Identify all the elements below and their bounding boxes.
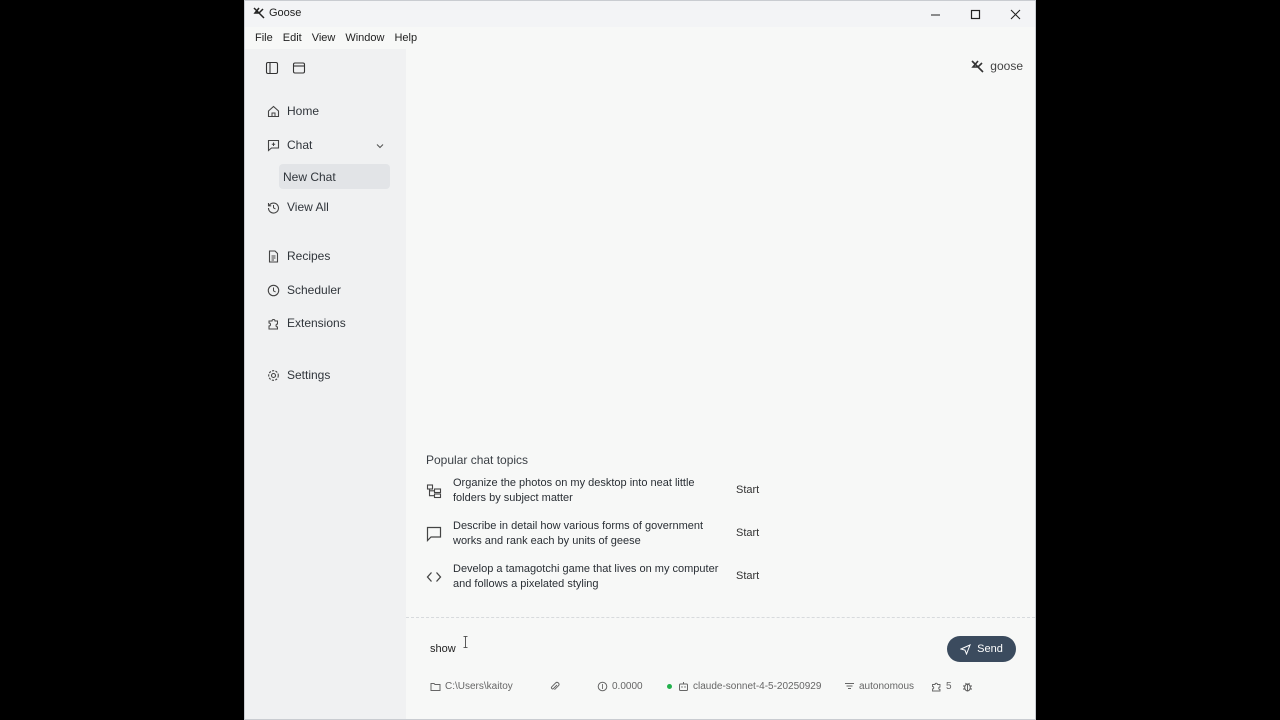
topic-start-button[interactable]: Start — [736, 527, 759, 539]
extensions-count: 5 — [946, 681, 952, 692]
window-title: Goose — [269, 7, 302, 19]
clock-icon — [267, 284, 280, 296]
brand-header: goose — [971, 59, 1023, 73]
topic-start-button[interactable]: Start — [736, 570, 759, 582]
coin-icon — [597, 681, 608, 692]
menu-view[interactable]: View — [307, 32, 341, 44]
send-button[interactable]: Send — [947, 636, 1016, 662]
message-plus-icon — [267, 139, 280, 152]
main-content: goose Popular chat topics Organize the p… — [406, 49, 1035, 719]
mode-label: autonomous — [859, 681, 915, 692]
puzzle-icon — [268, 318, 278, 329]
status-footer: C:\Users\kaitoy 0.0000 claude-sonnet-4-5… — [430, 681, 1020, 695]
new-window-icon[interactable] — [292, 61, 306, 75]
puzzle-icon — [932, 682, 941, 692]
input-divider — [406, 617, 1035, 618]
folder-icon — [430, 683, 441, 691]
topic-text: Organize the photos on my desktop into n… — [453, 477, 695, 504]
sidebar-toggle-icon[interactable] — [265, 61, 279, 75]
file-text-icon — [268, 249, 279, 263]
sidebar-item-label: View All — [287, 200, 329, 214]
menu-window[interactable]: Window — [340, 32, 389, 44]
menu-file[interactable]: File — [250, 32, 278, 44]
topic-item[interactable]: Organize the photos on my desktop into n… — [426, 476, 766, 508]
sidebar-item-label: Chat — [287, 138, 313, 152]
text-cursor-icon — [463, 636, 468, 648]
topic-text: Describe in detail how various forms of … — [453, 520, 704, 547]
minimize-icon — [930, 14, 940, 15]
menu-bar: File Edit View Window Help — [245, 27, 1035, 49]
path-label: C:\Users\kaitoy — [445, 681, 513, 692]
popular-topics-title: Popular chat topics — [426, 453, 529, 467]
sidebar-item-view-all[interactable]: View All — [267, 195, 329, 219]
model-selector[interactable]: claude-sonnet-4-5-20250929 — [667, 681, 821, 692]
close-button[interactable] — [995, 1, 1035, 27]
send-icon — [960, 643, 972, 655]
sidebar-item-scheduler[interactable]: Scheduler — [267, 278, 341, 302]
sidebar-item-home[interactable]: Home — [267, 99, 319, 123]
sidebar-item-label: Home — [287, 104, 320, 118]
goose-logo-icon — [253, 7, 265, 19]
send-label: Send — [977, 643, 1003, 655]
topic-item[interactable]: Develop a tamagotchi game that lives on … — [426, 562, 766, 594]
sidebar-item-chat[interactable]: Chat — [267, 133, 312, 157]
app-window: Goose File Edit View Window Help Home Ch… — [244, 0, 1036, 720]
cost-display: 0.0000 — [597, 681, 643, 692]
topic-start-button[interactable]: Start — [736, 484, 759, 496]
extensions-indicator[interactable]: 5 — [931, 681, 952, 692]
bot-icon — [679, 682, 688, 691]
sidebar-item-label: Extensions — [287, 316, 346, 330]
sidebar-item-label: Recipes — [287, 249, 331, 263]
maximize-button[interactable] — [955, 1, 995, 27]
topic-item[interactable]: Describe in detail how various forms of … — [426, 519, 766, 551]
model-label: claude-sonnet-4-5-20250929 — [693, 681, 822, 692]
status-dot — [667, 684, 672, 689]
sidebar-item-new-chat[interactable]: New Chat — [279, 164, 390, 189]
filter-lines-icon — [845, 683, 854, 689]
sidebar-item-extensions[interactable]: Extensions — [267, 311, 346, 335]
sidebar-item-recipes[interactable]: Recipes — [267, 244, 330, 268]
folder-tree-icon — [426, 484, 442, 499]
bug-icon — [963, 682, 972, 692]
mode-selector[interactable]: autonomous — [844, 681, 914, 692]
menu-edit[interactable]: Edit — [278, 32, 307, 44]
chevron-down-icon[interactable] — [375, 141, 385, 151]
brand-label: goose — [990, 59, 1023, 73]
code-icon — [426, 572, 442, 582]
maximize-icon — [970, 9, 980, 19]
chat-input[interactable]: show — [430, 643, 456, 655]
sidebar: Home Chat New Chat View All Recipes Sche… — [245, 49, 406, 719]
close-icon — [1010, 9, 1020, 19]
debug-button[interactable] — [962, 681, 977, 692]
history-icon — [267, 202, 280, 214]
cost-value: 0.0000 — [612, 681, 643, 692]
menu-help[interactable]: Help — [389, 32, 422, 44]
attach-button[interactable] — [549, 681, 564, 692]
topic-text: Develop a tamagotchi game that lives on … — [453, 563, 719, 590]
title-bar: Goose — [245, 1, 1035, 27]
gear-icon — [268, 369, 279, 381]
working-directory[interactable]: C:\Users\kaitoy — [430, 681, 513, 692]
sidebar-item-settings[interactable]: Settings — [267, 363, 330, 387]
sidebar-item-label: Scheduler — [287, 283, 342, 297]
sidebar-item-label: Settings — [287, 368, 331, 382]
message-square-icon — [426, 526, 442, 542]
goose-logo-icon — [971, 59, 984, 73]
home-icon — [267, 105, 280, 117]
paperclip-icon — [550, 681, 560, 691]
minimize-button[interactable] — [915, 1, 955, 27]
